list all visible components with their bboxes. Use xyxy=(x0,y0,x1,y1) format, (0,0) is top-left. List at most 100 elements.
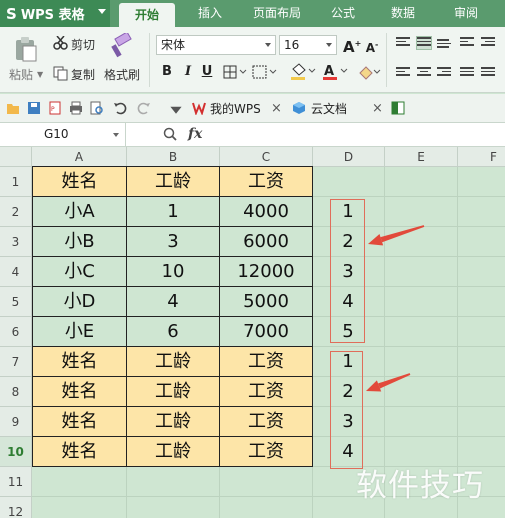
row-header-11[interactable]: 11 xyxy=(0,467,32,497)
cell-name-r6[interactable]: 小E xyxy=(32,316,127,347)
row-header-12[interactable]: 12 xyxy=(0,497,32,518)
row-header-2[interactable]: 2 xyxy=(0,197,32,227)
cell-salary-r1[interactable]: 工资 xyxy=(219,166,313,197)
tab-insert[interactable]: 插入 xyxy=(186,0,234,27)
grid-cell[interactable] xyxy=(385,377,458,407)
align-middle-icon[interactable] xyxy=(416,36,432,50)
doc-tab-cloud-docs[interactable]: 云文档 xyxy=(311,99,347,119)
grid-cell[interactable] xyxy=(127,467,220,497)
row-header-6[interactable]: 6 xyxy=(0,317,32,347)
grid-cell[interactable] xyxy=(458,167,505,197)
grid-cell[interactable] xyxy=(385,257,458,287)
select-all-corner[interactable] xyxy=(0,147,32,167)
underline-button[interactable]: U xyxy=(199,64,215,80)
row-header-10[interactable]: 10 xyxy=(0,437,32,467)
close-icon[interactable]: × xyxy=(372,99,383,119)
cell-salary-r9[interactable]: 工资 xyxy=(219,406,313,437)
cell-seniority-r4[interactable]: 10 xyxy=(126,256,220,287)
cell-seniority-r8[interactable]: 工龄 xyxy=(126,376,220,407)
column-header-a[interactable]: A xyxy=(32,147,127,167)
grid-cell[interactable] xyxy=(220,467,313,497)
cell-name-r5[interactable]: 小D xyxy=(32,286,127,317)
italic-button[interactable]: I xyxy=(180,64,196,80)
grid-cell[interactable] xyxy=(220,497,313,518)
grid-cell[interactable] xyxy=(458,317,505,347)
paste-label[interactable]: 粘贴 xyxy=(9,66,33,83)
grid-cell[interactable] xyxy=(127,497,220,518)
grid-cell[interactable] xyxy=(458,227,505,257)
grid-cell[interactable] xyxy=(32,467,127,497)
export-pdf-icon[interactable]: P xyxy=(48,101,62,115)
name-box[interactable]: G10 xyxy=(0,123,126,146)
cell-seniority-r1[interactable]: 工龄 xyxy=(126,166,220,197)
print-icon[interactable] xyxy=(69,101,83,115)
chevron-down-icon[interactable] xyxy=(169,104,183,118)
grid-cell[interactable] xyxy=(458,377,505,407)
grid-cell[interactable] xyxy=(385,317,458,347)
cell-name-r10[interactable]: 姓名 xyxy=(32,436,127,467)
cut-button[interactable]: 剪切 xyxy=(71,36,95,53)
tab-data[interactable]: 数据 xyxy=(380,0,426,27)
borders-icon[interactable] xyxy=(223,65,247,79)
copy-button[interactable]: 复制 xyxy=(71,66,95,83)
indent-icon[interactable] xyxy=(481,37,495,49)
cell-name-r4[interactable]: 小C xyxy=(32,256,127,287)
row-header-3[interactable]: 3 xyxy=(0,227,32,257)
insert-function-button[interactable]: fx xyxy=(188,126,202,142)
cell-salary-r4[interactable]: 12000 xyxy=(219,256,313,287)
cell-name-r1[interactable]: 姓名 xyxy=(32,166,127,197)
grid-cell[interactable] xyxy=(458,287,505,317)
spreadsheet-doc-icon[interactable] xyxy=(391,101,405,115)
close-icon[interactable]: × xyxy=(271,99,282,119)
cell-name-r7[interactable]: 姓名 xyxy=(32,346,127,377)
tab-page-layout[interactable]: 页面布局 xyxy=(244,0,310,27)
grid-cell[interactable] xyxy=(385,347,458,377)
fill-color-icon[interactable] xyxy=(289,63,317,81)
clear-format-icon[interactable] xyxy=(357,64,381,80)
row-header-4[interactable]: 4 xyxy=(0,257,32,287)
cell-salary-r5[interactable]: 5000 xyxy=(219,286,313,317)
cell-salary-r10[interactable]: 工资 xyxy=(219,436,313,467)
grid-cell[interactable] xyxy=(32,497,127,518)
cell-salary-r7[interactable]: 工资 xyxy=(219,346,313,377)
cell-salary-r3[interactable]: 6000 xyxy=(219,226,313,257)
paste-dropdown-icon[interactable]: ▼ xyxy=(37,70,43,79)
font-name-select[interactable]: 宋体 xyxy=(156,35,276,55)
tab-home[interactable]: 开始 xyxy=(119,3,175,27)
cell-seniority-r5[interactable]: 4 xyxy=(126,286,220,317)
cell-seniority-r6[interactable]: 6 xyxy=(126,316,220,347)
column-header-c[interactable]: C xyxy=(220,147,313,167)
font-shrink-button[interactable]: A- xyxy=(364,37,380,55)
cell-salary-r2[interactable]: 4000 xyxy=(219,196,313,227)
column-header-d[interactable]: D xyxy=(313,147,385,167)
grid-cell[interactable] xyxy=(458,407,505,437)
row-header-8[interactable]: 8 xyxy=(0,377,32,407)
align-center-icon[interactable] xyxy=(417,67,431,79)
cell-salary-r6[interactable]: 7000 xyxy=(219,316,313,347)
cell-seniority-r10[interactable]: 工龄 xyxy=(126,436,220,467)
open-folder-icon[interactable] xyxy=(6,101,20,115)
magnifier-icon[interactable] xyxy=(163,127,177,141)
cell-seniority-r7[interactable]: 工龄 xyxy=(126,346,220,377)
cell-name-r9[interactable]: 姓名 xyxy=(32,406,127,437)
undo-icon[interactable] xyxy=(113,101,127,115)
wps-logo-button[interactable]: S WPS 表格 xyxy=(0,0,110,27)
bold-button[interactable]: B xyxy=(159,64,175,80)
column-header-b[interactable]: B xyxy=(127,147,220,167)
grid-cell[interactable] xyxy=(385,197,458,227)
font-size-select[interactable]: 16 xyxy=(279,35,337,55)
row-header-7[interactable]: 7 xyxy=(0,347,32,377)
grid-cell[interactable] xyxy=(313,167,385,197)
scissors-icon[interactable] xyxy=(53,36,68,50)
distributed-icon[interactable] xyxy=(481,67,495,79)
format-painter-button[interactable]: 格式刷 xyxy=(104,66,140,83)
align-left-icon[interactable] xyxy=(396,67,410,79)
align-top-icon[interactable] xyxy=(396,37,410,49)
font-color-icon[interactable]: A xyxy=(321,63,349,81)
column-header-f[interactable]: F xyxy=(458,147,505,167)
tab-formula[interactable]: 公式 xyxy=(320,0,366,27)
row-header-1[interactable]: 1 xyxy=(0,167,32,197)
row-header-9[interactable]: 9 xyxy=(0,407,32,437)
column-header-e[interactable]: E xyxy=(385,147,458,167)
cell-seniority-r3[interactable]: 3 xyxy=(126,226,220,257)
